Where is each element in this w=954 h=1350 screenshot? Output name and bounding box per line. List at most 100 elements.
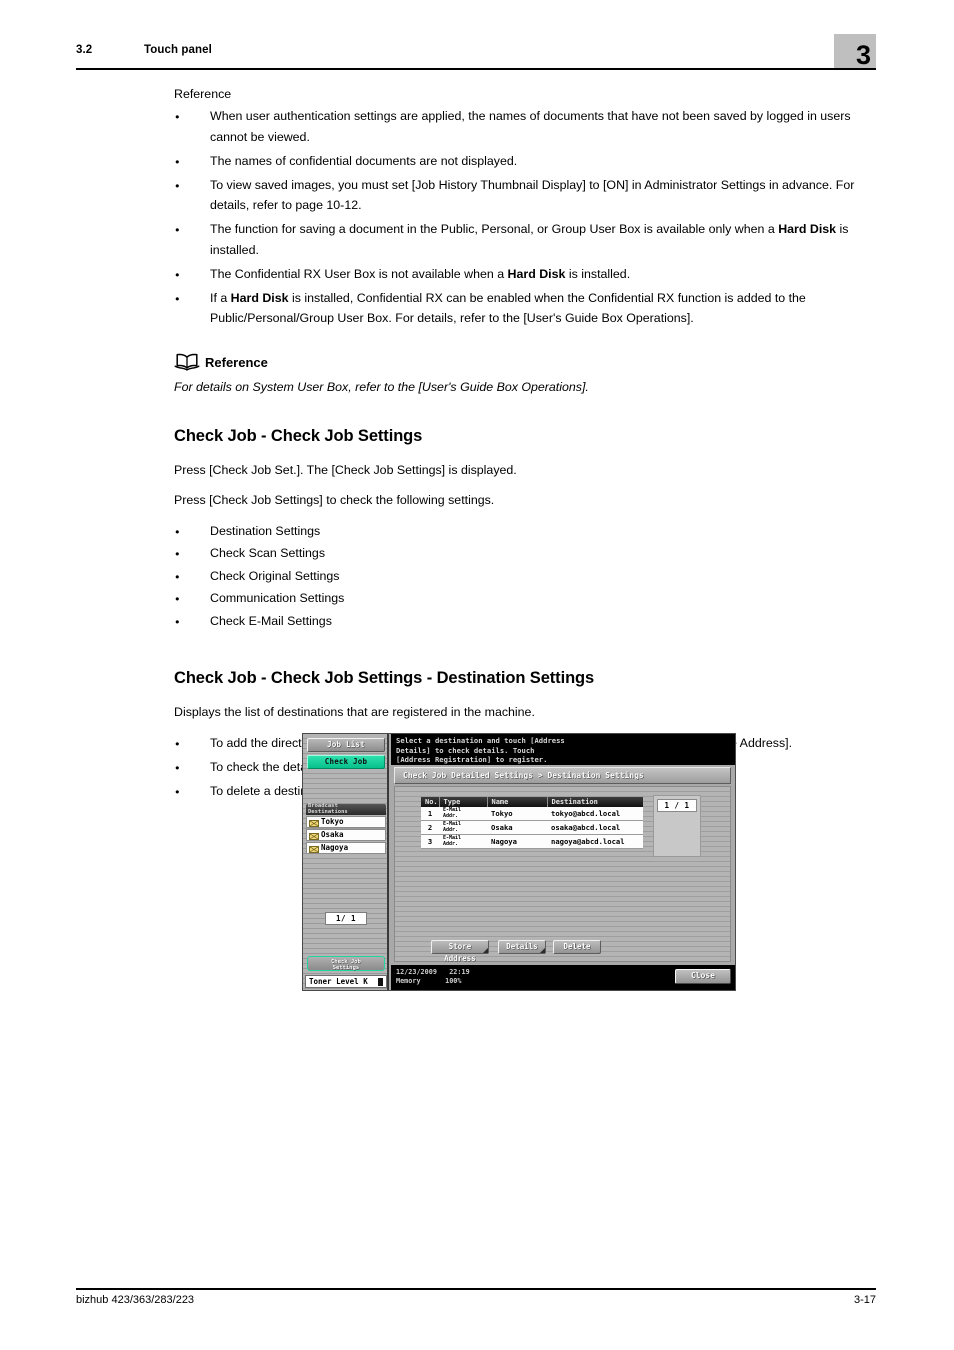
reference-label: Reference <box>174 87 232 101</box>
check-job-settings-button[interactable]: Check Job Settings <box>307 956 385 971</box>
section-heading-destination-settings: Check Job - Check Job Settings - Destina… <box>174 669 595 687</box>
reference-bullet-list: When user authentication settings are ap… <box>174 106 864 329</box>
column-header-type: Type <box>439 797 488 807</box>
broadcast-header-line2: Destinations <box>308 808 348 815</box>
bullet-text-bold: Hard Disk <box>230 290 289 305</box>
broadcast-destination-item[interactable]: Osaka <box>306 829 386 841</box>
message-line-1: Select a destination and touch [Address <box>396 736 565 745</box>
list-item: The names of confidential documents are … <box>174 151 864 172</box>
details-button[interactable]: Details <box>498 940 546 954</box>
delete-button[interactable]: Delete <box>553 940 601 954</box>
cell-type-stack: E-Mail Addr. <box>443 836 487 847</box>
list-item: The function for saving a document in th… <box>174 219 864 260</box>
table-header-row: No. Type Name Destination <box>421 797 643 807</box>
list-item: Check E-Mail Settings <box>174 611 864 632</box>
toner-level-indicator: Toner Level K <box>305 975 387 988</box>
cell-type-stack: E-Mail Addr. <box>443 808 487 819</box>
touch-panel-screen: Job List Check Job Broadcast Destination… <box>302 733 736 991</box>
envelope-icon <box>309 819 319 827</box>
broadcast-destination-item[interactable]: Tokyo <box>306 816 386 828</box>
cell-no: 3 <box>421 834 439 849</box>
store-address-button[interactable]: Store Address <box>431 940 489 963</box>
chapter-number: 3 <box>856 40 872 70</box>
status-time: 22:19 <box>449 968 470 976</box>
bullet-text-a: If a <box>210 290 231 305</box>
broadcast-destination-label: Nagoya <box>321 843 349 852</box>
page-content: Reference When user authentication setti… <box>174 84 864 805</box>
left-page-indicator: 1/ 1 <box>325 912 367 925</box>
list-item: Destination Settings <box>174 521 864 542</box>
header-section-title: Touch panel <box>144 44 212 56</box>
settings-bullet-list: Destination Settings Check Scan Settings… <box>174 521 864 632</box>
cell-type: E-Mail Addr. <box>439 834 487 849</box>
cell-name: Osaka <box>487 820 547 835</box>
touch-panel-figure: Job List Check Job Broadcast Destination… <box>302 733 736 991</box>
toner-level-bar <box>378 977 383 986</box>
list-item: To view saved images, you must set [Job … <box>174 175 864 216</box>
cell-type: E-Mail Addr. <box>439 807 487 821</box>
bullet-text-a: The function for saving a document in th… <box>210 222 779 236</box>
check-job-settings-line2: Settings <box>332 964 360 971</box>
right-page-indicator: 1 / 1 <box>657 799 697 812</box>
header-section-number: 3.2 <box>76 44 93 56</box>
cell-type-line2: Addr. <box>443 826 459 833</box>
panel-main-area: Select a destination and touch [Address … <box>391 734 735 990</box>
toner-level-k: K <box>363 977 368 986</box>
table-row[interactable]: 2 E-Mail Addr. Osaka osaka@abcd.local <box>421 820 643 835</box>
cell-destination: osaka@abcd.local <box>547 820 643 835</box>
cell-type-line2: Addr. <box>443 840 459 847</box>
bullet-text-c: is installed. <box>565 266 631 281</box>
status-memory-label: Memory <box>396 977 421 985</box>
broadcast-destination-item[interactable]: Nagoya <box>306 842 386 854</box>
page-navigation-panel: 1 / 1 <box>653 795 701 857</box>
status-date: 12/23/2009 <box>396 968 437 976</box>
column-header-destination: Destination <box>547 797 643 807</box>
close-button[interactable]: Close <box>675 969 731 984</box>
envelope-icon <box>309 832 319 840</box>
check-job-button[interactable]: Check Job <box>307 755 385 769</box>
broadcast-destination-label: Osaka <box>321 830 344 839</box>
header-rule <box>76 68 876 70</box>
panel-left-column: Job List Check Job Broadcast Destination… <box>303 734 389 990</box>
cell-destination: nagoya@abcd.local <box>547 834 643 849</box>
reference-callout: Reference For details on System User Box… <box>174 353 864 397</box>
destination-table: No. Type Name Destination 1 E-Mail Addr.… <box>421 797 643 849</box>
bullet-text-bold: Hard Disk <box>507 266 566 281</box>
message-line-2: Details] to check details. Touch <box>396 745 535 755</box>
toner-level-label: Toner Level <box>309 977 359 986</box>
open-book-icon <box>174 353 200 371</box>
cell-name: Nagoya <box>487 834 547 849</box>
message-line-3: [Address Registration] to register. <box>396 755 548 764</box>
list-item: If a Hard Disk is installed, Confidentia… <box>174 288 864 329</box>
broadcast-destination-label: Tokyo <box>321 817 344 826</box>
paragraph-displays-list: Displays the list of destinations that a… <box>174 705 535 719</box>
reference-callout-text: For details on System User Box, refer to… <box>174 379 589 394</box>
panel-work-area: No. Type Name Destination 1 E-Mail Addr.… <box>394 786 731 963</box>
envelope-icon <box>309 845 319 853</box>
cell-type-line2: Addr. <box>443 812 459 819</box>
paragraph-press-check-job-set: Press [Check Job Set.]. The [Check Job S… <box>174 462 517 477</box>
breadcrumb: Check Job Detailed Settings > Destinatio… <box>394 767 731 784</box>
status-memory-value: 100% <box>445 977 462 985</box>
table-row[interactable]: 3 E-Mail Addr. Nagoya nagoya@abcd.local <box>421 834 643 849</box>
column-header-no: No. <box>421 797 440 807</box>
page-header: 3.2 Touch panel 3 <box>76 34 876 72</box>
cell-no: 1 <box>421 807 439 821</box>
cell-name: Tokyo <box>487 807 547 821</box>
table-row[interactable]: 1 E-Mail Addr. Tokyo tokyo@abcd.local <box>421 807 643 821</box>
cell-no: 2 <box>421 820 439 835</box>
bullet-text-a: The Confidential RX User Box is not avai… <box>210 266 508 281</box>
list-item: Check Original Settings <box>174 566 864 587</box>
paragraph-press-check-job-settings: Press [Check Job Settings] to check the … <box>174 493 495 507</box>
cell-type: E-Mail Addr. <box>439 820 487 835</box>
reference-callout-head: Reference <box>174 353 864 373</box>
list-item: The Confidential RX User Box is not avai… <box>174 264 864 285</box>
section-heading-check-job-settings: Check Job - Check Job Settings <box>174 426 423 445</box>
job-list-button[interactable]: Job List <box>307 738 385 752</box>
column-header-name: Name <box>487 797 548 807</box>
cell-type-stack: E-Mail Addr. <box>443 822 487 833</box>
footer-page-number: 3-17 <box>853 1294 876 1306</box>
reference-callout-title: Reference <box>205 354 268 370</box>
list-item: When user authentication settings are ap… <box>174 106 864 147</box>
list-item: Check Scan Settings <box>174 543 864 564</box>
